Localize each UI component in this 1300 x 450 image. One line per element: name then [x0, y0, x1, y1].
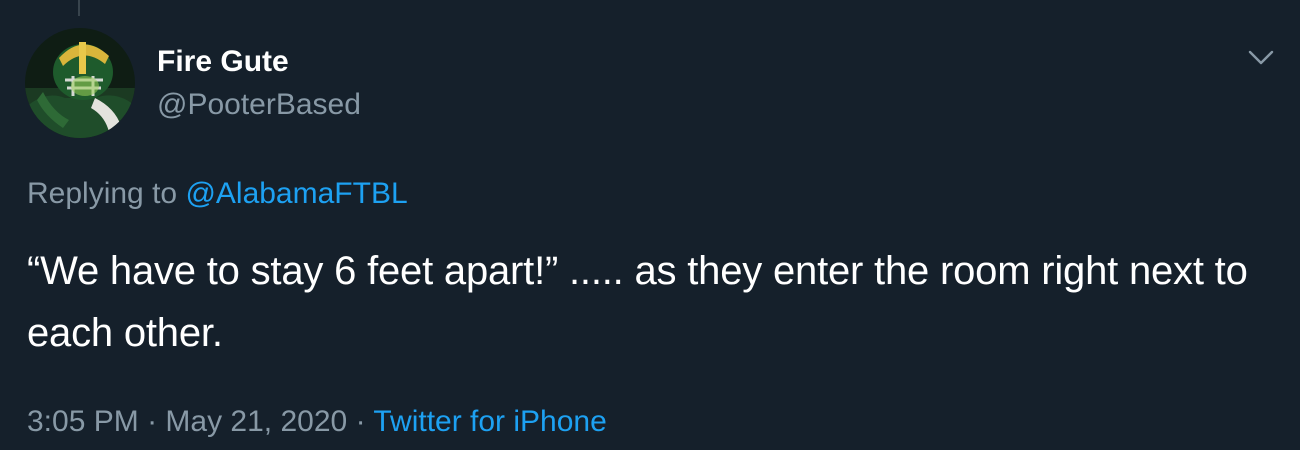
tweet-metadata: 3:05 PM · May 21, 2020 · Twitter for iPh…: [27, 404, 607, 440]
author-handle[interactable]: @PooterBased: [157, 87, 361, 123]
metadata-separator: ·: [355, 405, 366, 438]
avatar-image: [25, 28, 135, 138]
metadata-separator: ·: [147, 405, 158, 438]
thread-connector-line: [78, 0, 80, 16]
replying-to-label: Replying to: [27, 177, 178, 210]
tweet-text: “We have to stay 6 feet apart!” ..... as…: [27, 249, 1248, 355]
tweet-time[interactable]: 3:05 PM: [27, 405, 139, 438]
tweet-date[interactable]: May 21, 2020: [165, 405, 347, 438]
replying-to-handle-link[interactable]: @AlabamaFTBL: [185, 177, 407, 210]
tweet-source-link[interactable]: Twitter for iPhone: [373, 405, 606, 438]
replying-to-line: Replying to @AlabamaFTBL: [27, 176, 408, 212]
avatar[interactable]: [25, 28, 135, 138]
author-display-name[interactable]: Fire Gute: [157, 44, 289, 80]
chevron-down-icon[interactable]: [1244, 44, 1278, 72]
